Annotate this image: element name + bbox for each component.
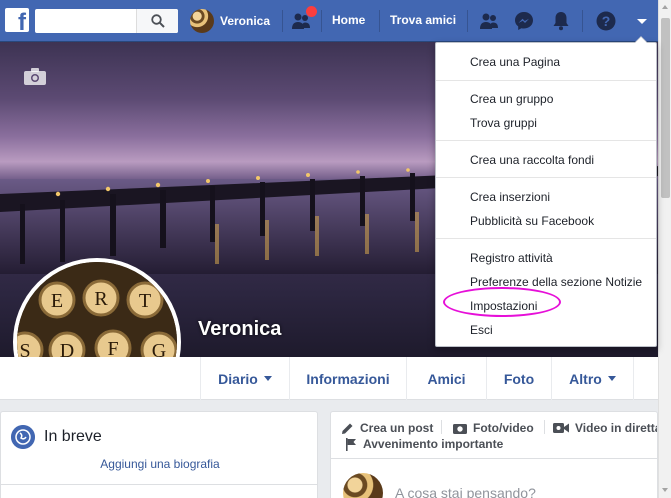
nav-profile-name: Veronica	[220, 14, 271, 28]
svg-text:E: E	[51, 290, 63, 312]
tab-label: Diario	[218, 370, 258, 387]
notification-badge	[306, 6, 317, 17]
account-menu-arrow-icon[interactable]	[631, 10, 653, 32]
tab-label: Altro	[569, 370, 602, 387]
menu-item-advertising-on-facebook[interactable]: Pubblicità su Facebook	[470, 214, 594, 228]
divider	[544, 420, 545, 434]
nav-separator	[582, 10, 583, 32]
profile-tab-bar: Diario Informazioni Amici Foto Altro	[0, 357, 658, 400]
top-navigation-bar: f Veronica Home Trova amici ?	[0, 0, 658, 42]
svg-text:R: R	[94, 288, 108, 310]
post-composer: Crea un post Foto/video Video in diretta…	[330, 411, 658, 498]
flag-icon	[346, 437, 356, 451]
search-box	[35, 9, 178, 33]
live-video-tab[interactable]: Video in diretta	[553, 421, 658, 435]
divider	[1, 484, 317, 485]
page-scrollbar[interactable]	[658, 0, 671, 498]
search-button[interactable]	[136, 9, 178, 33]
divider	[441, 420, 442, 434]
search-input[interactable]	[35, 9, 135, 33]
messenger-icon[interactable]	[513, 10, 535, 32]
divider	[436, 140, 656, 141]
pencil-icon	[342, 423, 353, 434]
svg-text:G: G	[152, 340, 166, 357]
tab-label: Amici	[427, 370, 466, 387]
camera-icon	[453, 424, 467, 434]
menu-item-find-groups[interactable]: Trova gruppi	[470, 116, 537, 130]
svg-text:D: D	[60, 340, 74, 357]
tab-about[interactable]: Informazioni	[289, 357, 406, 400]
globe-icon	[11, 425, 35, 449]
divider	[331, 458, 657, 459]
menu-item-create-page[interactable]: Crea una Pagina	[470, 55, 560, 69]
caret-down-icon	[263, 376, 272, 381]
composer-input-placeholder[interactable]: A cosa stai pensando?	[395, 485, 536, 498]
menu-item-log-out[interactable]: Esci	[470, 323, 493, 337]
divider	[436, 238, 656, 239]
facebook-logo-icon[interactable]: f	[5, 8, 29, 36]
svg-text:S: S	[19, 340, 30, 357]
create-post-label: Crea un post	[360, 421, 434, 435]
settings-highlight-annotation	[443, 287, 561, 317]
divider	[436, 177, 656, 178]
scroll-down-arrow-icon[interactable]	[662, 488, 668, 492]
avatar	[190, 9, 214, 33]
life-event-tab[interactable]: Avvenimento importante	[345, 437, 503, 451]
nav-separator	[282, 10, 283, 32]
tab-label: Informazioni	[306, 370, 390, 387]
nav-separator	[467, 10, 468, 32]
photo-video-tab[interactable]: Foto/video	[453, 421, 534, 435]
life-event-label: Avvenimento importante	[363, 437, 504, 451]
tab-timeline[interactable]: Diario	[200, 357, 289, 400]
nav-separator	[379, 10, 380, 32]
menu-item-create-group[interactable]: Crea un gruppo	[470, 92, 553, 106]
find-friends-link[interactable]: Trova amici	[390, 13, 456, 27]
notifications-icon[interactable]	[550, 10, 572, 32]
svg-text:T: T	[139, 290, 151, 312]
photo-video-label: Foto/video	[473, 421, 534, 435]
menu-item-activity-log[interactable]: Registro attività	[470, 251, 553, 265]
facebook-logo-letter: f	[18, 9, 26, 36]
intro-card: In breve Aggiungi una biografia	[0, 411, 318, 498]
divider	[436, 80, 656, 81]
avatar	[343, 473, 383, 498]
menu-item-create-fundraiser[interactable]: Crea una raccolta fondi	[470, 153, 594, 167]
friends-icon[interactable]	[478, 10, 500, 32]
menu-item-create-ads[interactable]: Crea inserzioni	[470, 190, 550, 204]
svg-text:F: F	[107, 338, 118, 357]
search-icon	[151, 14, 165, 28]
scroll-up-arrow-icon[interactable]	[662, 5, 668, 9]
tab-label: Foto	[503, 370, 535, 387]
help-icon[interactable]: ?	[595, 10, 617, 32]
caret-down-icon	[607, 376, 616, 381]
video-camera-icon	[553, 423, 569, 433]
camera-icon[interactable]	[24, 68, 46, 85]
live-video-label: Video in diretta	[575, 421, 658, 435]
add-bio-link[interactable]: Aggiungi una biografia	[1, 457, 319, 471]
home-link[interactable]: Home	[332, 13, 365, 27]
nav-profile-link[interactable]: Veronica	[190, 9, 270, 33]
tab-friends[interactable]: Amici	[406, 357, 486, 400]
intro-card-title: In breve	[44, 428, 102, 445]
svg-text:?: ?	[602, 13, 611, 29]
tab-more[interactable]: Altro	[551, 357, 634, 400]
tab-photos[interactable]: Foto	[486, 357, 551, 400]
nav-separator	[321, 10, 322, 32]
profile-name-heading[interactable]: Veronica	[198, 318, 281, 341]
typewriter-keys-image: E R T S D F G X C V	[17, 262, 177, 357]
create-post-tab[interactable]: Crea un post	[341, 421, 433, 435]
scrollbar-thumb[interactable]	[661, 18, 670, 198]
